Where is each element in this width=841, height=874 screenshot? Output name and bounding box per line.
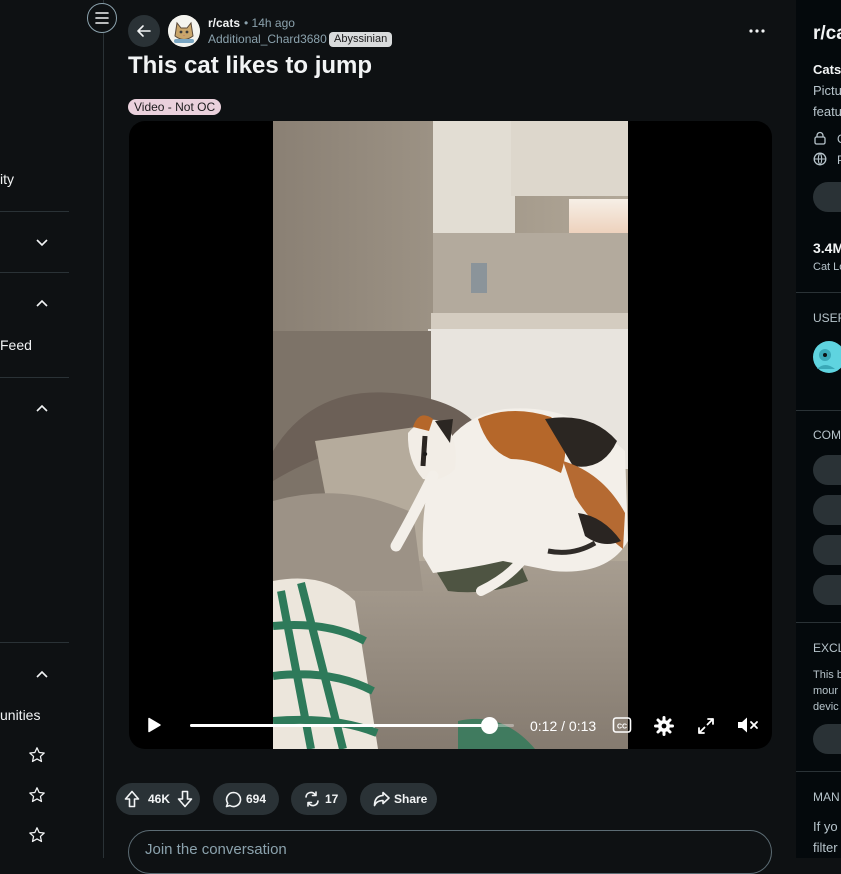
section-heading-manage: MAN xyxy=(813,790,840,804)
share-icon xyxy=(373,791,390,807)
divider xyxy=(0,642,69,643)
back-button[interactable] xyxy=(128,15,160,47)
divider xyxy=(0,272,69,273)
section-heading-user: USER xyxy=(813,311,841,325)
robot-avatar-icon xyxy=(817,349,835,369)
community-button[interactable] xyxy=(813,535,841,565)
subreddit-description: Pictu xyxy=(813,83,841,98)
downvote-icon[interactable] xyxy=(177,790,193,808)
share-button[interactable]: Share xyxy=(360,783,437,815)
user-avatar[interactable] xyxy=(813,341,841,373)
sidebar-item-feed[interactable]: Feed xyxy=(0,337,32,353)
comment-box[interactable] xyxy=(128,830,772,874)
more-options-icon xyxy=(749,29,765,33)
manage-text: If yo xyxy=(813,819,838,834)
exclusive-text: devic xyxy=(813,701,839,713)
lock-icon xyxy=(814,131,826,145)
post-flair[interactable]: Video - Not OC xyxy=(128,99,222,115)
crosspost-button[interactable]: 17 xyxy=(291,783,347,815)
author-link[interactable]: Additional_Chard3680 xyxy=(208,32,327,46)
community-button[interactable] xyxy=(813,575,841,605)
progress-fill xyxy=(190,724,490,727)
subreddit-description-title: Cats xyxy=(813,62,841,77)
mute-icon[interactable] xyxy=(736,715,760,735)
cat-avatar-icon xyxy=(168,15,200,47)
separator: • xyxy=(244,16,249,30)
crosspost-icon xyxy=(305,791,319,807)
video-frame xyxy=(273,121,628,749)
chevron-down-icon[interactable] xyxy=(34,234,50,250)
video-player[interactable]: 0:12 / 0:13 CC xyxy=(129,121,772,749)
divider xyxy=(796,292,841,293)
sidebar-item-communities[interactable]: unities xyxy=(0,707,40,723)
subreddit-avatar[interactable] xyxy=(168,15,200,47)
globe-icon xyxy=(813,152,827,166)
back-arrow-icon xyxy=(137,25,151,37)
community-button[interactable] xyxy=(813,495,841,525)
join-button[interactable] xyxy=(813,182,841,212)
exclusive-text: mour xyxy=(813,685,839,697)
section-heading-community: COM xyxy=(813,428,841,442)
star-icon[interactable] xyxy=(28,826,46,844)
vote-bar: 46K xyxy=(116,783,200,815)
comment-count: 694 xyxy=(246,792,267,806)
chevron-up-icon[interactable] xyxy=(34,667,50,683)
chevron-up-icon[interactable] xyxy=(34,296,50,312)
user-flair: Abyssinian xyxy=(329,32,393,47)
divider xyxy=(0,211,69,212)
fullscreen-icon[interactable] xyxy=(697,717,715,735)
member-label: Cat Lo xyxy=(813,261,841,273)
community-button[interactable] xyxy=(813,455,841,485)
play-icon[interactable] xyxy=(145,716,163,734)
right-sidebar: r/ca Cats Pictu featu C P 3.4M Cat Lo US… xyxy=(796,0,841,858)
time-ago: 14h ago xyxy=(251,16,295,30)
menu-toggle-button[interactable] xyxy=(87,3,117,33)
crosspost-count: 17 xyxy=(325,792,339,806)
more-options-button[interactable] xyxy=(741,15,773,47)
exclusive-text: This b xyxy=(813,669,841,681)
section-heading-exclusive: EXCLU xyxy=(813,641,841,655)
star-icon[interactable] xyxy=(28,786,46,804)
comments-button[interactable]: 694 xyxy=(213,783,279,815)
subreddit-title[interactable]: r/ca xyxy=(813,23,841,45)
captions-icon[interactable]: CC xyxy=(612,716,632,734)
chevron-up-icon[interactable] xyxy=(34,401,50,417)
member-count: 3.4M xyxy=(813,240,841,256)
divider xyxy=(796,771,841,772)
comment-icon xyxy=(225,791,242,807)
divider xyxy=(0,377,69,378)
progress-thumb[interactable] xyxy=(481,717,499,734)
divider xyxy=(796,410,841,411)
svg-text:CC: CC xyxy=(617,724,627,731)
time-display: 0:12 / 0:13 xyxy=(530,718,597,734)
vote-count: 46K xyxy=(148,792,171,806)
share-label: Share xyxy=(394,792,428,806)
subreddit-description: featu xyxy=(813,104,841,119)
sidebar-item-community[interactable]: ity xyxy=(0,171,14,187)
manage-text: filter xyxy=(813,840,838,855)
menu-icon xyxy=(95,12,109,24)
subreddit-link[interactable]: r/cats xyxy=(208,16,240,30)
settings-icon[interactable] xyxy=(654,716,674,736)
comment-input[interactable] xyxy=(145,841,645,858)
divider xyxy=(796,622,841,623)
left-sidebar: ity Feed unities xyxy=(0,0,104,858)
progress-bar[interactable] xyxy=(190,717,514,734)
exclusive-button[interactable] xyxy=(813,724,841,754)
post-time: • 14h ago xyxy=(244,16,295,30)
upvote-icon[interactable] xyxy=(124,790,140,808)
star-icon[interactable] xyxy=(28,746,46,764)
post-title: This cat likes to jump xyxy=(128,52,373,79)
created-info: C xyxy=(837,132,841,146)
visibility-info: P xyxy=(837,153,841,167)
